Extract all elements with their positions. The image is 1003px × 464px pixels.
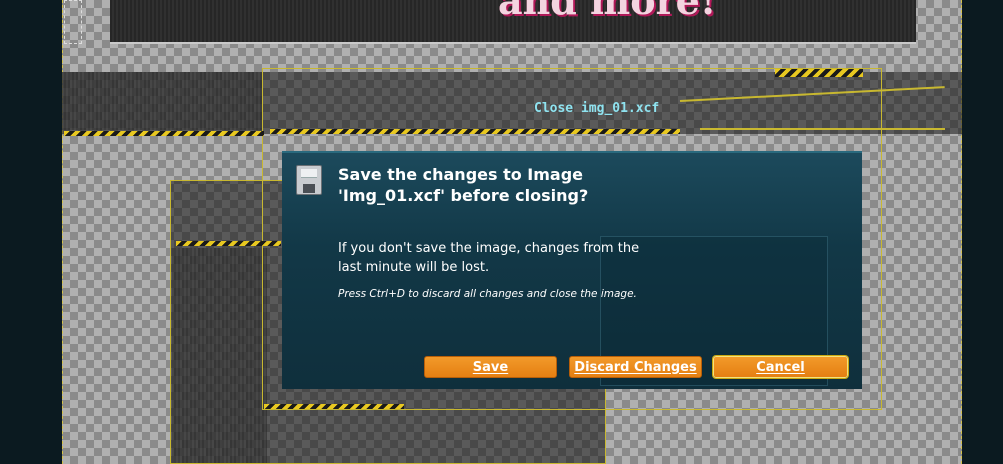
save-button[interactable]: Save xyxy=(424,356,557,378)
layer-boundary xyxy=(64,0,82,44)
dialog-body: If you don't save the image, changes fro… xyxy=(338,241,640,275)
window-title: Close img_01.xcf xyxy=(534,101,660,116)
floppy-disk-icon xyxy=(296,165,322,195)
hazard-stripe-bottom xyxy=(264,404,404,409)
hazard-stripe-left xyxy=(64,131,264,136)
image-banner: and more! xyxy=(110,0,916,44)
background-stripes xyxy=(62,72,262,130)
hazard-stripe-top xyxy=(775,69,863,77)
discard-changes-button[interactable]: Discard Changes xyxy=(569,356,702,378)
dialog-hint: Press Ctrl+D to discard all changes and … xyxy=(338,288,637,300)
cancel-button[interactable]: Cancel xyxy=(713,356,848,378)
dialog-heading: Save the changes to Image 'Img_01.xcf' b… xyxy=(338,165,589,205)
hazard-stripe-lower xyxy=(176,241,281,246)
banner-text: and more! xyxy=(498,0,717,23)
frame-accent-line-2 xyxy=(700,128,945,130)
hazard-stripe-title xyxy=(270,129,680,134)
